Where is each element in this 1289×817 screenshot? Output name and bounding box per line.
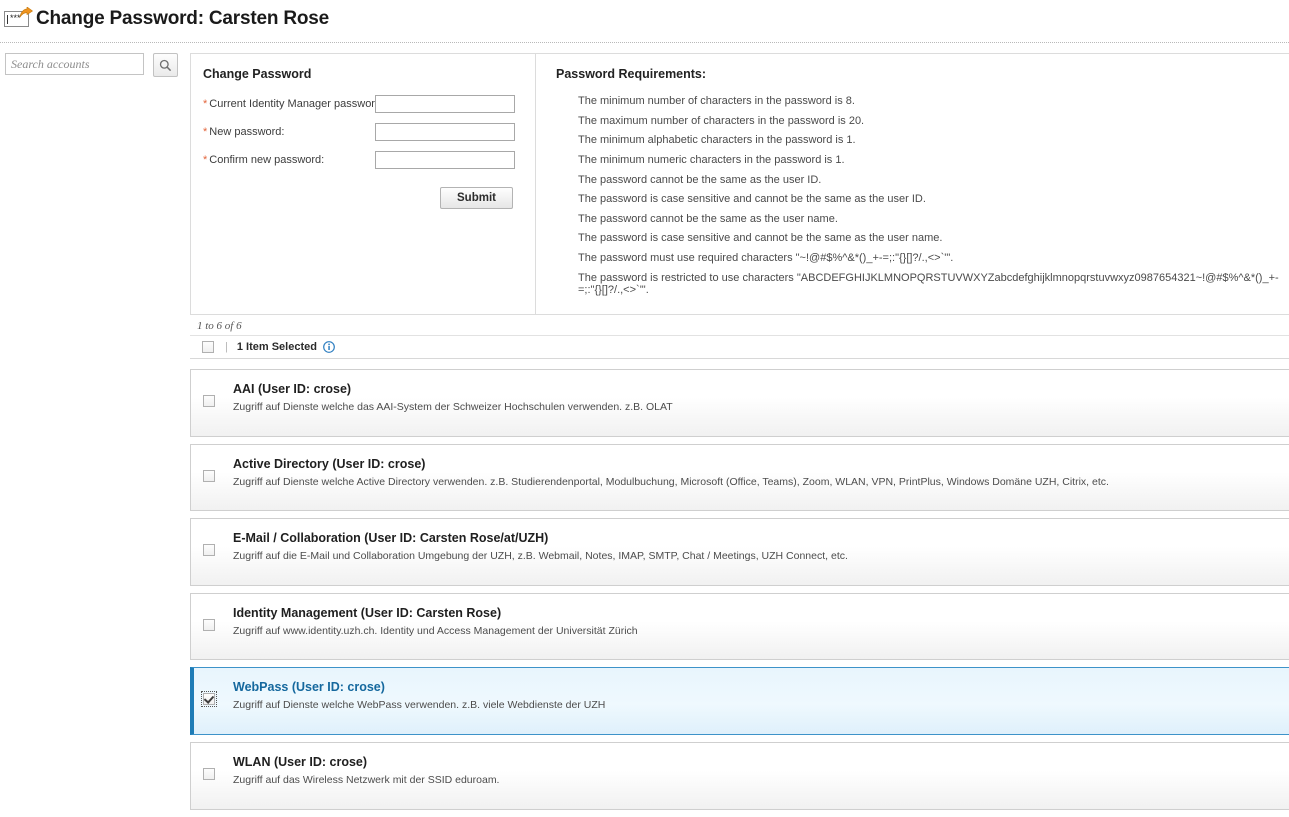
- search-icon: [159, 59, 172, 71]
- requirement-item: The maximum number of characters in the …: [578, 114, 865, 127]
- select-all-checkbox[interactable]: [202, 341, 214, 354]
- requirement-item: The minimum numeric characters in the pa…: [578, 153, 845, 166]
- account-text: Active Directory (User ID: crose) Zugrif…: [233, 457, 1289, 489]
- current-password-field[interactable]: [375, 95, 515, 113]
- required-marker: *: [203, 126, 208, 138]
- account-row-webpass[interactable]: WebPass (User ID: crose) Zugriff auf Die…: [190, 667, 1289, 736]
- accounts-list: AAI (User ID: crose) Zugriff auf Dienste…: [190, 369, 1289, 810]
- toolbar-separator: |: [225, 341, 228, 354]
- requirement-item: The password cannot be the same as the u…: [578, 173, 822, 186]
- page-title: Change Password: Carsten Rose: [36, 8, 330, 29]
- current-password-label-text: Current Identity Manager password:: [209, 98, 385, 110]
- required-marker: *: [203, 154, 208, 166]
- new-password-field[interactable]: [375, 123, 515, 141]
- confirm-password-field[interactable]: [375, 151, 515, 169]
- account-title: WLAN (User ID: crose): [233, 755, 368, 770]
- requirement-item: The password is case sensitive and canno…: [578, 232, 943, 245]
- current-password-label: * Current Identity Manager password:: [203, 98, 384, 110]
- account-text: AAI (User ID: crose) Zugriff auf Dienste…: [233, 382, 1289, 414]
- account-text: Identity Management (User ID: Carsten Ro…: [233, 606, 1289, 638]
- page-header: *** Change Password: Carsten Rose: [0, 0, 1289, 34]
- account-checkbox-cell: [203, 469, 215, 487]
- account-row-aai[interactable]: AAI (User ID: crose) Zugriff auf Dienste…: [190, 369, 1289, 437]
- submit-row: Submit: [203, 187, 535, 209]
- account-checkbox-cell: [203, 767, 215, 785]
- requirement-item: The password is case sensitive and canno…: [578, 193, 926, 206]
- account-checkbox[interactable]: [203, 618, 215, 631]
- result-count: 1 to 6 of 6: [197, 320, 242, 333]
- requirement-item: The minimum alphabetic characters in the…: [578, 134, 856, 147]
- account-description: Zugriff auf Dienste welche WebPass verwe…: [233, 699, 606, 712]
- account-checkbox-cell: [201, 691, 217, 710]
- account-title: E-Mail / Collaboration (User ID: Carsten…: [233, 531, 549, 546]
- account-title: WebPass (User ID: crose): [233, 680, 385, 695]
- new-password-label: * New password:: [203, 126, 375, 138]
- account-checkbox-cell: [203, 618, 215, 636]
- account-description: Zugriff auf Dienste welche das AAI-Syste…: [233, 401, 673, 414]
- requirement-item: The password cannot be the same as the u…: [578, 212, 838, 225]
- password-requirements-panel: Password Requirements: The minimum numbe…: [536, 54, 1289, 314]
- account-checkbox-cell: [203, 543, 215, 561]
- required-marker: *: [203, 98, 208, 110]
- password-requirements-heading: Password Requirements:: [556, 67, 707, 81]
- requirement-item: The password is restricted to use charac…: [578, 271, 1279, 297]
- account-checkbox[interactable]: [203, 768, 215, 781]
- confirm-password-label: * Confirm new password:: [203, 154, 375, 166]
- account-checkbox[interactable]: [203, 469, 215, 482]
- search-button[interactable]: [153, 53, 178, 77]
- account-title: AAI (User ID: crose): [233, 382, 352, 397]
- info-icon[interactable]: [323, 341, 335, 353]
- account-text: WebPass (User ID: crose) Zugriff auf Die…: [233, 680, 1289, 712]
- new-password-label-text: New password:: [209, 126, 285, 138]
- panels-container: Change Password * Current Identity Manage…: [190, 53, 1289, 316]
- password-change-icon: ***: [4, 7, 33, 30]
- account-description: Zugriff auf Dienste welche Active Direct…: [233, 475, 1109, 488]
- account-row-active-directory[interactable]: Active Directory (User ID: crose) Zugrif…: [190, 443, 1289, 512]
- account-checkbox[interactable]: [203, 544, 215, 557]
- account-row-identity-management[interactable]: Identity Management (User ID: Carsten Ro…: [190, 592, 1289, 661]
- account-description: Zugriff auf das Wireless Netzwerk mit de…: [233, 774, 500, 787]
- account-description: Zugriff auf die E-Mail und Collaboration…: [233, 550, 848, 563]
- search-row: [5, 53, 190, 77]
- account-title: Active Directory (User ID: crose): [233, 456, 426, 471]
- selected-count-label: 1 Item Selected: [236, 341, 317, 354]
- account-text: E-Mail / Collaboration (User ID: Carsten…: [233, 531, 1289, 563]
- new-password-row: * New password:: [203, 123, 535, 141]
- body-wrapper: Change Password *Current Identity Manage…: [0, 43, 1289, 817]
- confirm-password-label-text: Confirm new password:: [209, 154, 325, 166]
- confirm-password-row: * Confirm new password:: [203, 151, 535, 169]
- account-checkbox-cell: [203, 394, 215, 412]
- main-content: Change Password * Current Identity Manage…: [190, 53, 1289, 817]
- search-input[interactable]: [5, 53, 144, 75]
- current-password-row: * Current Identity Manager password:: [203, 95, 535, 113]
- change-password-panel: Change Password * Current Identity Manage…: [191, 54, 536, 315]
- account-title: Identity Management (User ID: Carsten Ro…: [233, 605, 502, 620]
- password-requirements-list: The minimum number of characters in the …: [556, 95, 1289, 297]
- requirement-item: The minimum number of characters in the …: [578, 95, 855, 107]
- account-description: Zugriff auf www.identity.uzh.ch. Identit…: [233, 624, 638, 637]
- account-checkbox[interactable]: [203, 395, 215, 408]
- change-password-heading: Change Password: [203, 67, 312, 81]
- orange-arrow-icon: [19, 7, 33, 18]
- submit-button[interactable]: Submit: [440, 187, 513, 209]
- selection-toolbar: | 1 Item Selected: [190, 335, 1289, 360]
- account-checkbox[interactable]: [201, 691, 217, 708]
- sidebar: [0, 53, 190, 77]
- account-text: WLAN (User ID: crose) Zugriff auf das Wi…: [233, 755, 1289, 787]
- requirement-item: The password must use required character…: [578, 252, 954, 265]
- account-row-email-collaboration[interactable]: E-Mail / Collaboration (User ID: Carsten…: [190, 518, 1289, 586]
- account-row-wlan[interactable]: WLAN (User ID: crose) Zugriff auf das Wi…: [190, 742, 1289, 810]
